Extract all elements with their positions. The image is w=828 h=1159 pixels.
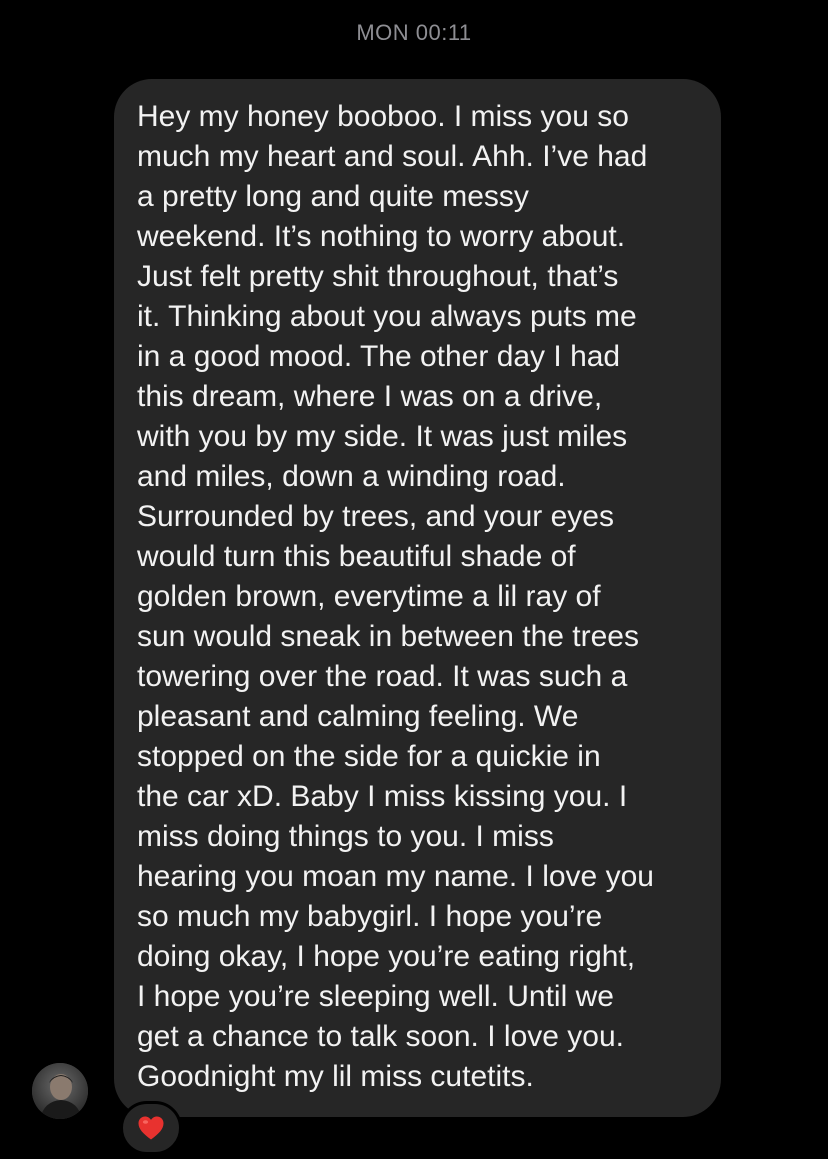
sender-avatar[interactable] — [32, 1063, 88, 1119]
message-bubble[interactable]: Hey my honey booboo. I miss you so much … — [114, 79, 721, 1117]
reaction-badge[interactable] — [120, 1101, 182, 1155]
message-timestamp: MON 00:11 — [356, 20, 472, 45]
red-heart-icon — [138, 1116, 164, 1140]
message-text: Hey my honey booboo. I miss you so much … — [137, 100, 654, 1093]
profile-photo-icon — [32, 1063, 88, 1119]
